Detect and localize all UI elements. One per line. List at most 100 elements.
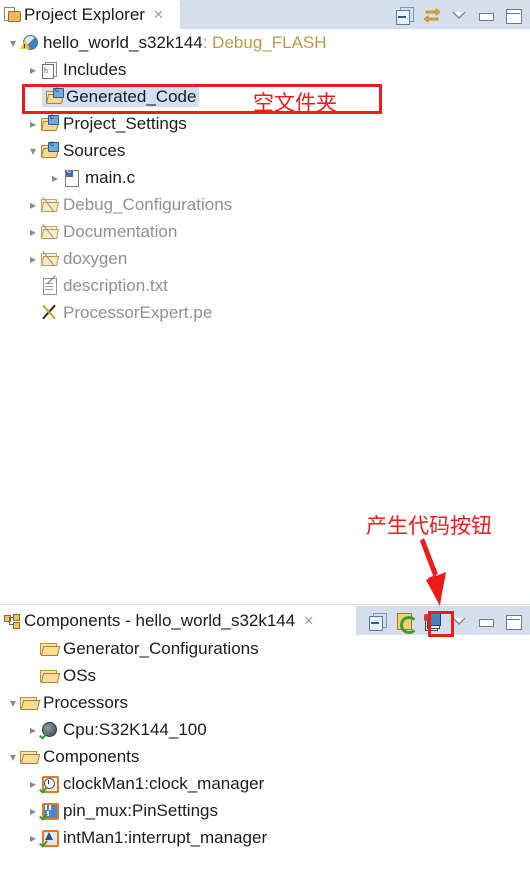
tree-item-processors[interactable]: ▾ Processors [0,689,530,716]
interrupt-manager-component-icon [40,829,59,847]
panel-bottom-edge [0,604,530,605]
components-toolbar [369,606,522,635]
view-menu-icon[interactable] [450,612,468,630]
chevron-down-icon[interactable]: ▾ [6,697,20,709]
refresh-icon[interactable] [396,612,418,634]
tree-item-label: description.txt [63,275,168,295]
folder-icon [20,694,41,711]
tree-item-pin-mux[interactable]: ▸ pin_mux:PinSettings [0,797,530,824]
chevron-right-icon[interactable]: ▸ [26,805,40,817]
selection-highlight: Generated_Code [42,85,200,107]
minimize-icon[interactable] [477,6,495,24]
source-folder-icon [40,112,60,132]
chevron-right-icon[interactable]: ▸ [26,724,40,736]
tree-item-interrupt-manager[interactable]: ▸ intMan1:interrupt_manager [0,824,530,851]
tree-item-label: Documentation [63,221,178,241]
c-file-icon [62,166,80,187]
close-icon[interactable]: ✕ [153,8,164,21]
tree-item-label: Includes [63,59,127,79]
project-icon [20,34,38,51]
processor-expert-file-icon [40,304,58,321]
tree-item-label: Processors [43,692,129,712]
tree-item-label: OSs [63,665,97,685]
components-tree: Generator_Configurations OSs ▾ Processor… [0,635,530,851]
tree-item-label: ProcessorExpert.pe [63,302,213,322]
tree-item-label: Generated_Code [66,86,197,106]
tree-item-label: Project_Settings [63,113,187,133]
annotation-label-empty-folder: 空文件夹 [253,91,337,115]
tree-item-documentation[interactable]: ▸ Documentation [0,218,530,245]
source-folder-icon [40,139,60,159]
tree-item-includes[interactable]: ▸ h Includes [0,56,530,83]
excluded-folder-icon [40,196,60,213]
tab-title: Project Explorer [24,4,145,24]
project-explorer-icon [4,6,21,23]
cpu-icon [40,721,58,738]
tree-item-sources[interactable]: ▾ Sources [0,137,530,164]
folder-icon [40,640,61,657]
chevron-right-icon[interactable]: ▸ [26,118,40,130]
tree-item-project[interactable]: ▾ hello_world_s32k144 : Debug_FLASH [0,29,530,56]
tree-item-debug-configurations[interactable]: ▸ Debug_Configurations [0,191,530,218]
tree-item-label: main.c [85,167,136,187]
tree-item-clock-manager[interactable]: ▸ clockMan1:clock_manager [0,770,530,797]
tree-item-label: doxygen [63,248,128,268]
tree-item-oss[interactable]: OSs [0,662,530,689]
collapse-all-icon[interactable] [396,6,414,25]
annotation-label-generate-code: 产生代码按钮 [366,514,492,538]
close-icon[interactable]: ✕ [303,614,314,627]
clock-component-icon [40,775,59,793]
minimize-icon[interactable] [477,612,495,630]
chevron-down-icon[interactable]: ▾ [26,145,40,157]
components-icon [4,613,20,629]
tree-item-label: hello_world_s32k144 [43,32,203,52]
collapse-all-icon[interactable] [369,612,387,631]
excluded-folder-icon [40,250,60,267]
excluded-folder-icon [40,223,60,240]
maximize-icon[interactable] [504,612,522,630]
tab-project-explorer[interactable]: Project Explorer ✕ [0,0,180,29]
tab-components[interactable]: Components - hello_world_s32k144 ✕ [0,606,356,635]
tree-item-label: pin_mux:PinSettings [63,800,218,820]
tree-item-processorexpert-pe[interactable]: ProcessorExpert.pe [0,299,530,326]
chevron-right-icon[interactable]: ▸ [26,778,40,790]
chevron-right-icon[interactable]: ▸ [48,172,62,184]
tree-item-cpu[interactable]: ▸ Cpu:S32K144_100 [0,716,530,743]
tree-item-doxygen[interactable]: ▸ doxygen [0,245,530,272]
tree-item-label: Debug_Configurations [63,194,233,214]
tree-item-main-c[interactable]: ▸ main.c [0,164,530,191]
chevron-right-icon[interactable]: ▸ [26,253,40,265]
tree-item-label: Sources [63,140,126,160]
maximize-icon[interactable] [504,6,522,24]
tree-item-components[interactable]: ▾ Components [0,743,530,770]
text-file-icon [40,275,58,295]
source-folder-icon [45,85,65,105]
project-explorer-toolbar [396,0,522,29]
components-panel: Components - hello_world_s32k144 ✕ Gener… [0,606,530,870]
chevron-right-icon[interactable]: ▸ [26,226,40,238]
chevron-right-icon[interactable]: ▸ [26,64,40,76]
folder-icon [20,748,41,765]
chevron-down-icon[interactable]: ▾ [6,37,20,49]
tree-item-label: Cpu:S32K144_100 [63,719,207,739]
includes-icon: h [40,61,58,79]
tree-item-label: Components [43,746,140,766]
chevron-right-icon[interactable]: ▸ [26,832,40,844]
tree-item-label: clockMan1:clock_manager [63,773,265,793]
view-menu-icon[interactable] [450,6,468,24]
components-tabbar: Components - hello_world_s32k144 ✕ [0,606,530,635]
tree-item-generator-configurations[interactable]: Generator_Configurations [0,635,530,662]
pin-mux-component-icon [40,802,59,820]
folder-icon [40,667,61,684]
project-explorer-tabbar: Project Explorer ✕ [0,0,530,29]
generate-code-icon[interactable] [423,611,441,631]
link-with-editor-icon[interactable] [423,6,441,24]
chevron-down-icon[interactable]: ▾ [6,751,20,763]
chevron-right-icon[interactable]: ▸ [26,199,40,211]
project-explorer-tree: ▾ hello_world_s32k144 : Debug_FLASH ▸ h … [0,29,530,326]
tab-title: Components - hello_world_s32k144 [24,610,296,630]
build-config-suffix: : Debug_FLASH [202,32,327,52]
tree-item-label: Generator_Configurations [63,638,259,658]
tree-item-description-txt[interactable]: description.txt [0,272,530,299]
tree-item-label: intMan1:interrupt_manager [63,827,268,847]
